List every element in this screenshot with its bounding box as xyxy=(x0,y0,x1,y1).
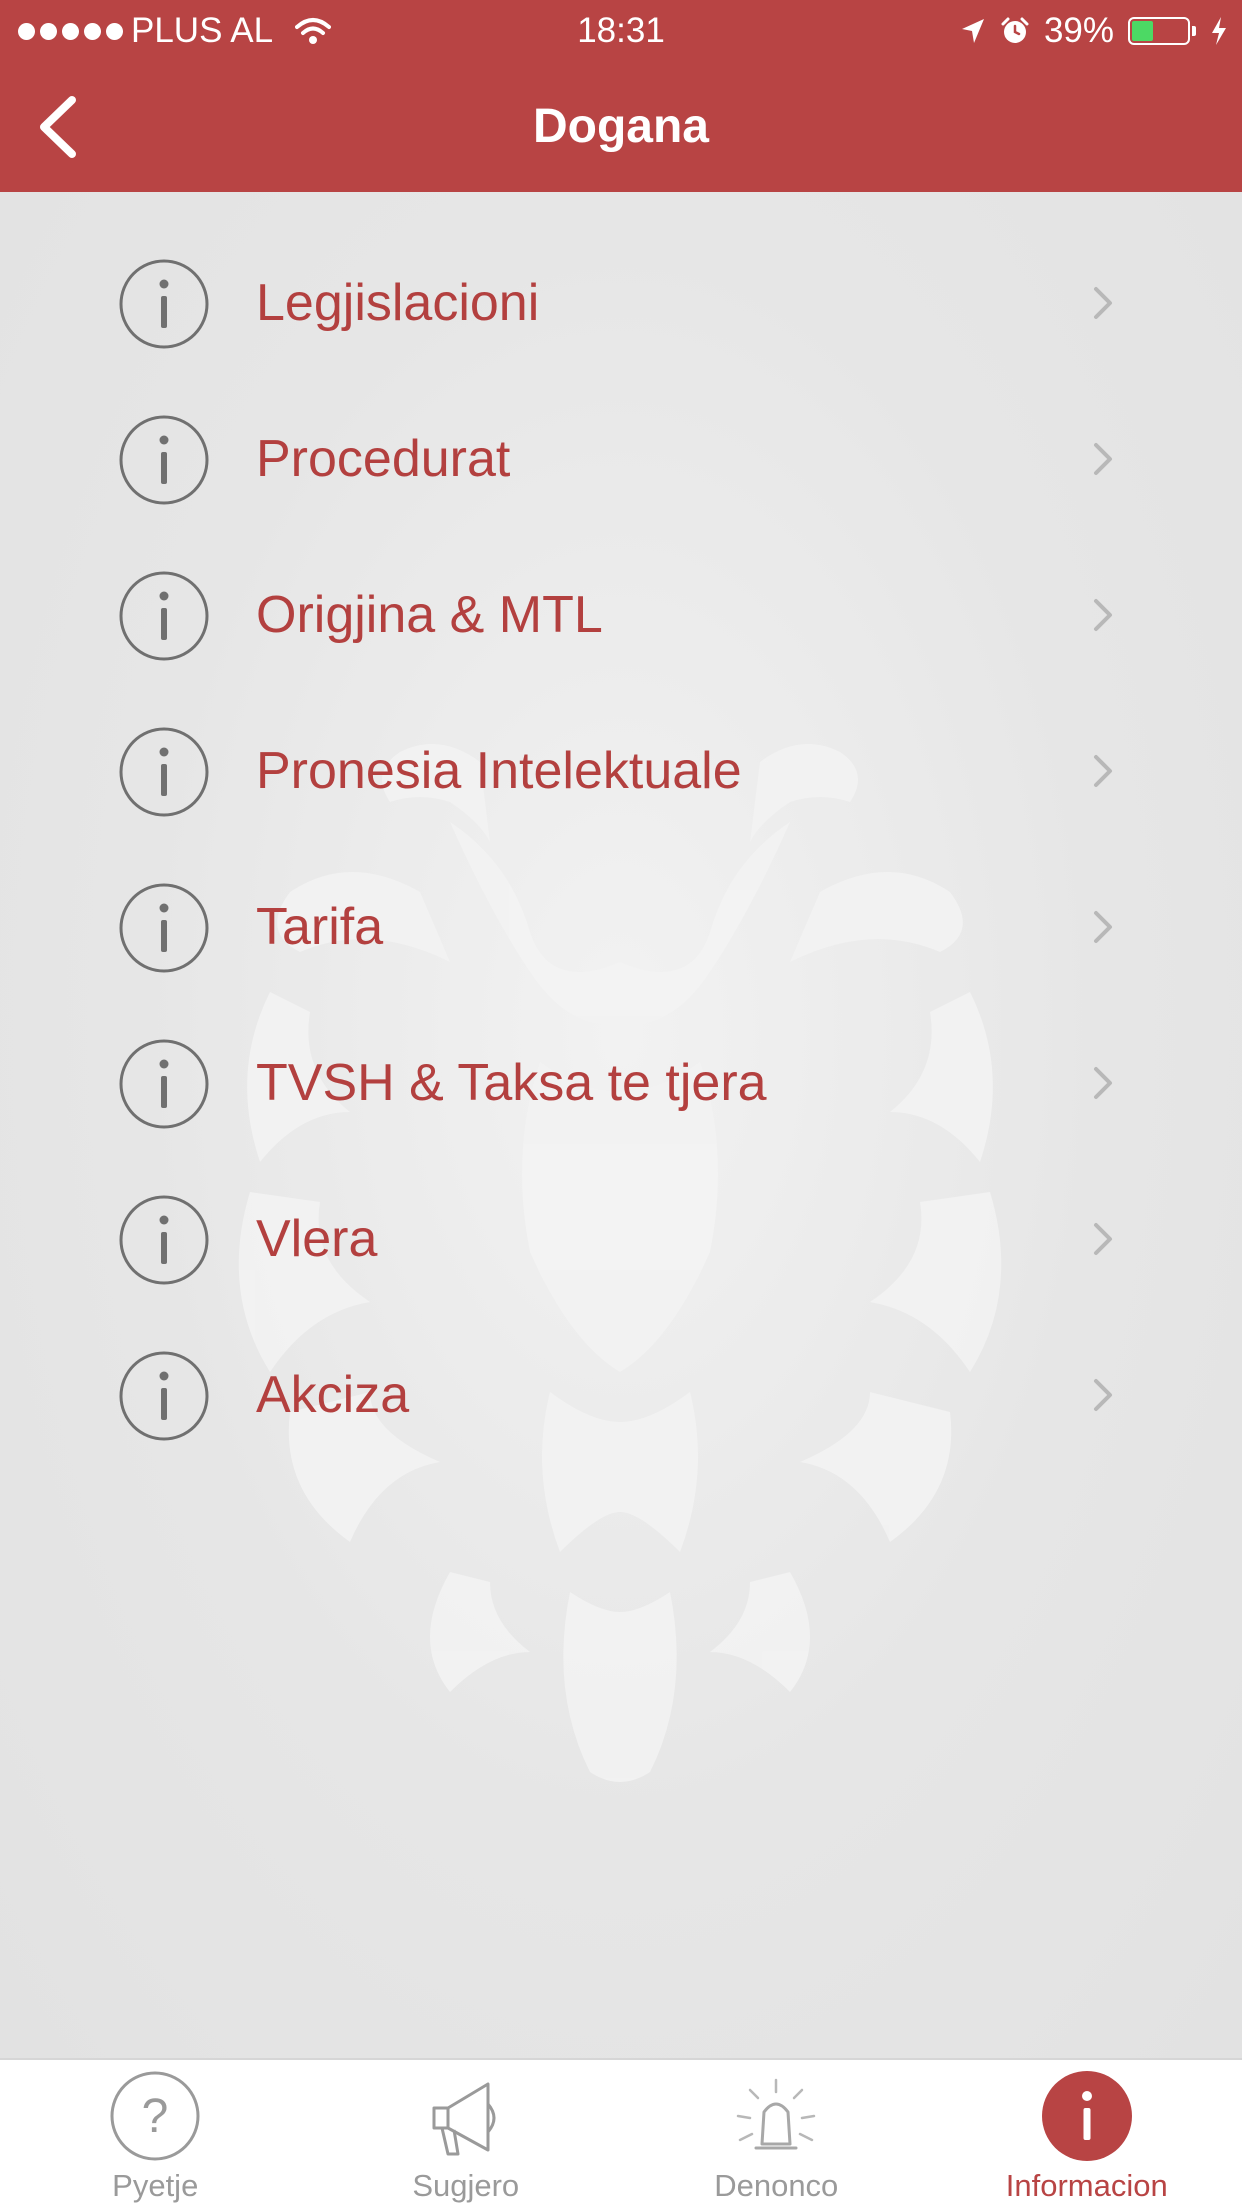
info-circle-icon xyxy=(119,1195,209,1285)
chevron-right-icon xyxy=(1094,443,1112,475)
info-circle-icon xyxy=(119,727,209,817)
info-circle-icon xyxy=(119,1351,209,1441)
info-circle-icon xyxy=(119,415,209,505)
status-bar: PLUS AL 18:31 39% xyxy=(0,0,1242,62)
page-title: Dogana xyxy=(532,100,709,153)
status-right: 39% xyxy=(960,0,1228,62)
battery-icon xyxy=(1128,17,1196,45)
menu-item-label: Procedurat xyxy=(256,430,511,488)
question-circle-icon: ? xyxy=(110,2071,200,2161)
top-bar: PLUS AL 18:31 39% Dogana xyxy=(0,0,1242,192)
tab-label: Informacion xyxy=(1005,2168,1168,2203)
chevron-right-icon xyxy=(1094,287,1112,319)
svg-text:?: ? xyxy=(142,2090,169,2143)
content-area: Legjislacioni Procedurat Origjina & MTL xyxy=(0,192,1242,2058)
tab-denonco[interactable]: Denonco xyxy=(621,2060,932,2208)
menu-item-akciza[interactable]: Akciza xyxy=(0,1317,1242,1473)
menu-item-origjina-mtl[interactable]: Origjina & MTL xyxy=(0,537,1242,693)
chevron-right-icon xyxy=(1094,755,1112,787)
tab-pyetje[interactable]: ? Pyetje xyxy=(0,2060,311,2208)
tab-bar: ? Pyetje Sugjero Denonco Informacion xyxy=(0,2058,1242,2208)
battery-percentage: 39% xyxy=(1043,11,1114,50)
menu-item-label: TVSH & Taksa te tjera xyxy=(256,1054,767,1112)
menu-item-label: Tarifa xyxy=(256,898,384,956)
chevron-right-icon xyxy=(1094,599,1112,631)
menu-item-label: Pronesia Intelektuale xyxy=(256,742,742,800)
tab-sugjero[interactable]: Sugjero xyxy=(311,2060,622,2208)
navigation-bar: Dogana xyxy=(0,62,1242,192)
menu-item-label: Akciza xyxy=(256,1366,410,1424)
menu-item-tarifa[interactable]: Tarifa xyxy=(0,849,1242,1005)
info-circle-icon xyxy=(119,883,209,973)
info-circle-icon xyxy=(119,1039,209,1129)
info-circle-icon xyxy=(119,571,209,661)
menu-item-label: Origjina & MTL xyxy=(256,586,603,644)
tab-informacion[interactable]: Informacion xyxy=(932,2060,1242,2208)
alarm-clock-icon xyxy=(1001,17,1029,43)
tab-label: Sugjero xyxy=(412,2168,520,2203)
menu-item-procedurat[interactable]: Procedurat xyxy=(0,381,1242,537)
menu-item-vlera[interactable]: Vlera xyxy=(0,1161,1242,1317)
chevron-right-icon xyxy=(1094,1379,1112,1411)
info-circle-icon xyxy=(119,259,209,349)
menu-item-pronesia-intelektuale[interactable]: Pronesia Intelektuale xyxy=(0,693,1242,849)
location-arrow-icon xyxy=(961,19,984,43)
info-circle-icon xyxy=(1041,2071,1132,2161)
tab-label: Pyetje xyxy=(112,2168,199,2203)
chevron-right-icon xyxy=(1094,911,1112,943)
menu-item-legjislacioni[interactable]: Legjislacioni xyxy=(0,225,1242,381)
tab-label: Denonco xyxy=(714,2168,839,2203)
chevron-right-icon xyxy=(1094,1067,1112,1099)
megaphone-icon xyxy=(432,2082,496,2156)
menu-item-label: Vlera xyxy=(256,1210,378,1268)
alarm-bell-icon xyxy=(737,2078,816,2150)
chevron-right-icon xyxy=(1094,1223,1112,1255)
menu-item-tvsh-taksa[interactable]: TVSH & Taksa te tjera xyxy=(0,1005,1242,1161)
menu-item-label: Legjislacioni xyxy=(256,274,540,332)
charging-bolt-icon xyxy=(1212,17,1226,45)
battery-fill xyxy=(1132,21,1154,41)
